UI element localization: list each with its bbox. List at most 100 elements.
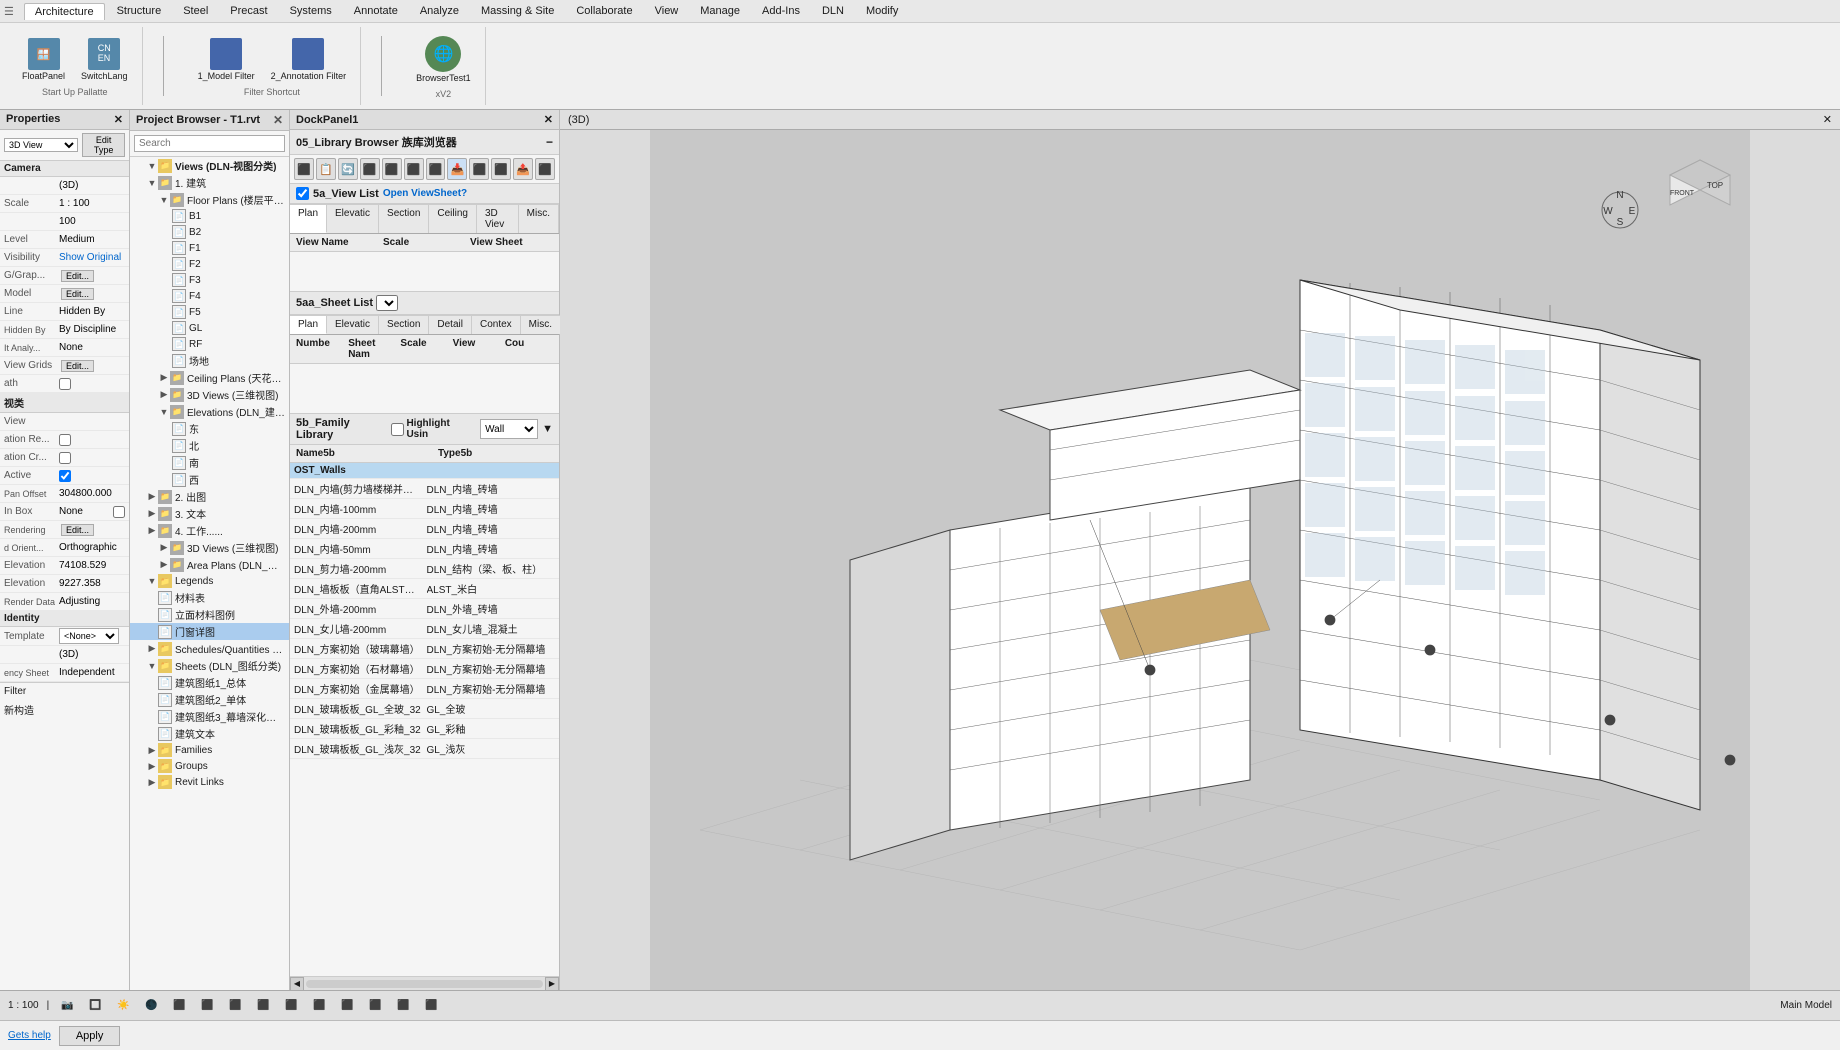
view-sheet-link[interactable]: Open ViewSheet?: [383, 188, 467, 199]
sheet-list-select[interactable]: [376, 295, 398, 311]
tree-item-sheet[interactable]: 📄建筑图纸3_幕墙深化（提资）: [130, 708, 289, 725]
toolbar-btn-9[interactable]: ⬛: [469, 158, 489, 180]
tab-analyze[interactable]: Analyze: [410, 3, 469, 19]
status-icon-thin[interactable]: ⬛: [225, 996, 245, 1016]
prop-grids-edit-btn[interactable]: Edit...: [61, 360, 94, 372]
status-icon-hide[interactable]: ⬛: [197, 996, 217, 1016]
tree-item-views[interactable]: ▼ 📁 Views (DLN-视图分类): [130, 157, 289, 174]
sheet-tab-elevatic[interactable]: Elevatic: [327, 315, 379, 334]
tree-item-door-window[interactable]: 📄 门窗详图: [130, 623, 289, 640]
tree-item-facade-legend[interactable]: 📄 立面材料图例: [130, 606, 289, 623]
toolbar-btn-2[interactable]: 📋: [316, 158, 336, 180]
hscroll-right-btn[interactable]: ▶: [545, 977, 559, 991]
tree-item-work[interactable]: ▶ 📁 4. 工作......: [130, 522, 289, 539]
sheet-tab-plan[interactable]: Plan: [290, 315, 327, 334]
tree-item-3d-views-sub[interactable]: ▶ 📁 3D Views (三维视图): [130, 539, 289, 556]
tree-item-elev-南[interactable]: 📄南: [130, 454, 289, 471]
help-link[interactable]: Gets help: [8, 1030, 51, 1041]
search-input[interactable]: [134, 135, 285, 152]
toolbar-btn-7[interactable]: ⬛: [426, 158, 446, 180]
tree-item-f1[interactable]: 📄F1: [130, 240, 289, 256]
tree-item-rf[interactable]: 📄RF: [130, 336, 289, 352]
tree-item-sheet[interactable]: 📄建筑图纸2_单体: [130, 691, 289, 708]
status-icon-phase[interactable]: ⬛: [281, 996, 301, 1016]
toolbar-btn-1[interactable]: ⬛: [294, 158, 314, 180]
tree-item-elev-东[interactable]: 📄东: [130, 420, 289, 437]
tree-item-schedules[interactable]: ▶ 📁 Schedules/Quantities (DLN_数): [130, 640, 289, 657]
project-browser-close[interactable]: ✕: [273, 113, 283, 127]
status-icon-crop[interactable]: ⬛: [169, 996, 189, 1016]
family-row-9[interactable]: DLN_方案初始（玻璃幕墙）DLN_方案初始-无分隔幕墙: [290, 639, 559, 659]
family-row-13[interactable]: DLN_玻璃板板_GL_彩釉_32GL_彩釉: [290, 719, 559, 739]
toolbar-btn-8[interactable]: 📥: [447, 158, 467, 180]
tree-item-sheet[interactable]: 📄建筑文本: [130, 725, 289, 742]
sheet-tab-section[interactable]: Section: [379, 315, 429, 334]
prop-value-visibility[interactable]: Show Original: [59, 252, 125, 263]
tree-item-f5[interactable]: 📄F5: [130, 304, 289, 320]
family-row-1[interactable]: DLN_内墙(剪力墙楼梯并跨：DLN_内墙_砖墙: [290, 479, 559, 499]
tree-item-f2[interactable]: 📄F2: [130, 256, 289, 272]
view-type-select[interactable]: 3D View: [4, 138, 78, 152]
view-content[interactable]: TOP FRONT N S W E: [560, 130, 1840, 990]
float-panel-button[interactable]: 🪟 FloatPanel: [16, 35, 71, 85]
family-row-0[interactable]: OST_Walls: [290, 463, 559, 479]
family-row-7[interactable]: DLN_外墙-200mmDLN_外墙_砖墙: [290, 599, 559, 619]
toolbar-btn-4[interactable]: ⬛: [360, 158, 380, 180]
family-row-11[interactable]: DLN_方案初始（金属幕墙）DLN_方案初始-无分隔幕墙: [290, 679, 559, 699]
annotation-filter-button[interactable]: 2_Annotation Filter: [265, 35, 353, 85]
tree-item-b1[interactable]: 📄B1: [130, 208, 289, 224]
prop-in-box-checkbox[interactable]: [113, 506, 125, 518]
tree-item-arch[interactable]: ▼ 📁 1. 建筑: [130, 174, 289, 191]
hscroll-bar[interactable]: [306, 980, 543, 988]
sheet-tab-misc[interactable]: Misc.: [521, 315, 561, 334]
prop-region-cr-checkbox[interactable]: [59, 452, 71, 464]
view-list-checkbox[interactable]: [296, 187, 309, 200]
family-row-8[interactable]: DLN_女儿墙-200mmDLN_女儿墙_混凝土: [290, 619, 559, 639]
tab-steel[interactable]: Steel: [173, 3, 218, 19]
tab-architecture[interactable]: Architecture: [24, 3, 105, 20]
status-icon-sun[interactable]: ☀️: [113, 996, 133, 1016]
family-row-4[interactable]: DLN_内墙-50mmDLN_内墙_砖墙: [290, 539, 559, 559]
tab-misc[interactable]: Misc.: [519, 204, 559, 233]
family-row-6[interactable]: DLN_墙板板（直角ALST中灰ALST_米白: [290, 579, 559, 599]
sheet-tab-contex[interactable]: Contex: [472, 315, 521, 334]
tree-item-plans2[interactable]: ▶ 📁 2. 出图: [130, 488, 289, 505]
family-row-5[interactable]: DLN_剪力墙-200mmDLN_结构（梁、板、柱）: [290, 559, 559, 579]
tab-elevatic[interactable]: Elevatic: [327, 204, 379, 233]
family-row-2[interactable]: DLN_内墙-100mmDLN_内墙_砖墙: [290, 499, 559, 519]
status-icon-worksharing[interactable]: ⬛: [365, 996, 385, 1016]
toolbar-btn-3[interactable]: 🔄: [338, 158, 358, 180]
toolbar-btn-5[interactable]: ⬛: [382, 158, 402, 180]
tree-item-groups[interactable]: ▶ 📁 Groups: [130, 758, 289, 774]
tree-item-area-plans[interactable]: ▶ 📁 Area Plans (DLN_人防分区图): [130, 556, 289, 573]
tab-ceiling[interactable]: Ceiling: [429, 204, 477, 233]
family-row-10[interactable]: DLN_方案初始（石材幕墙）DLN_方案初始-无分隔幕墙: [290, 659, 559, 679]
prop-rendering-edit-btn[interactable]: Edit...: [61, 524, 94, 536]
status-icon-filter[interactable]: ⬛: [309, 996, 329, 1016]
tree-item-sheets[interactable]: ▼ 📁 Sheets (DLN_图纸分类): [130, 657, 289, 674]
family-hscroll[interactable]: ◀ ▶: [290, 976, 559, 990]
tree-item-floor-plans[interactable]: ▼ 📁 Floor Plans (楼层平面): [130, 191, 289, 208]
tab-addins[interactable]: Add-Ins: [752, 3, 810, 19]
tree-item-ceiling[interactable]: ▶ 📁 Ceiling Plans (天花板平面): [130, 369, 289, 386]
highlight-checkbox[interactable]: [391, 423, 404, 436]
tree-item-f3[interactable]: 📄F3: [130, 272, 289, 288]
status-icon-design[interactable]: ⬛: [393, 996, 413, 1016]
tree-item-sheet[interactable]: 📄建筑图纸1_总体: [130, 674, 289, 691]
tab-structure[interactable]: Structure: [107, 3, 172, 19]
tab-collaborate[interactable]: Collaborate: [566, 3, 642, 19]
prop-template-select[interactable]: <None>: [59, 628, 119, 644]
status-icon-shadow[interactable]: 🌑: [141, 996, 161, 1016]
tab-dln[interactable]: DLN: [812, 3, 854, 19]
toolbar-btn-6[interactable]: ⬛: [404, 158, 424, 180]
tree-item-b2[interactable]: 📄B2: [130, 224, 289, 240]
tree-item-revit-links[interactable]: ▶ 📁 Revit Links: [130, 774, 289, 790]
view-close-btn[interactable]: ✕: [1823, 113, 1832, 126]
toolbar-btn-12[interactable]: ⬛: [535, 158, 555, 180]
status-icon-ifc[interactable]: ⬛: [337, 996, 357, 1016]
tree-item-material-table[interactable]: 📄 材料表: [130, 589, 289, 606]
tree-item-legends[interactable]: ▼ 📁 Legends: [130, 573, 289, 589]
hscroll-left-btn[interactable]: ◀: [290, 977, 304, 991]
tree-item-elevations[interactable]: ▼ 📁 Elevations (DLN_建筑立面): [130, 403, 289, 420]
tree-item-families[interactable]: ▶ 📁 Families: [130, 742, 289, 758]
